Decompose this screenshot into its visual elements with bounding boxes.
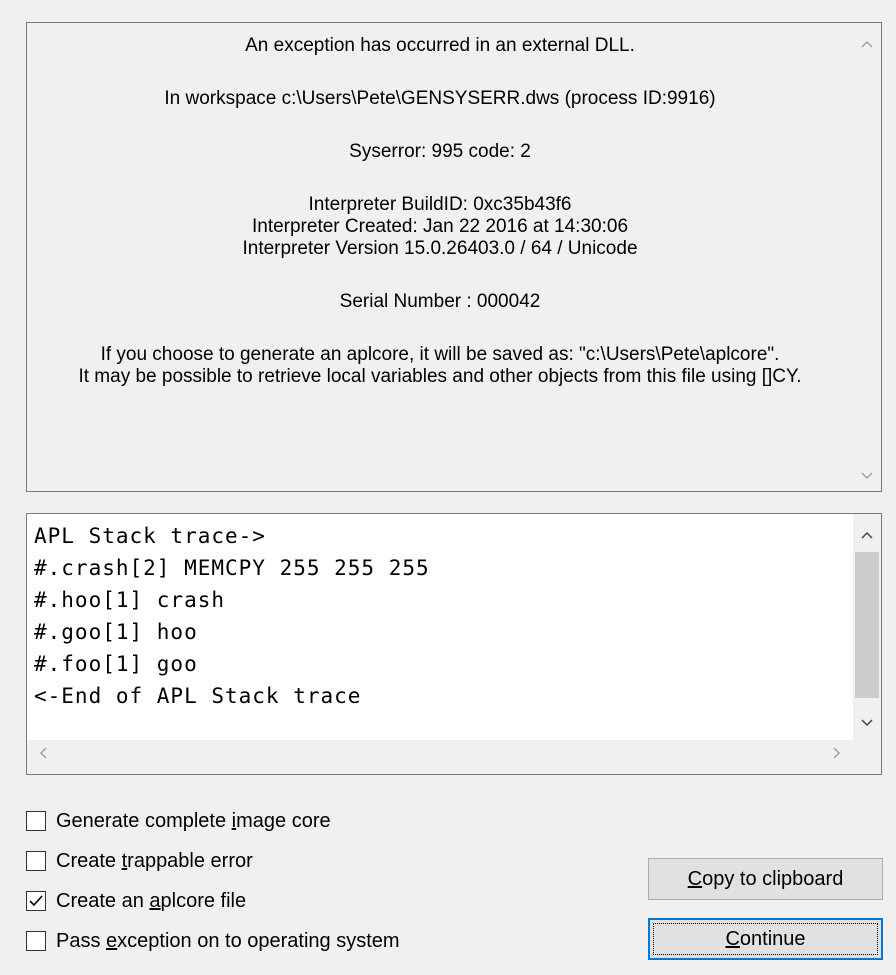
option-create-aplcore-file[interactable]: Create an aplcore file xyxy=(26,888,246,914)
chevron-up-icon[interactable] xyxy=(853,35,881,51)
option-pass-exception-to-os[interactable]: Pass exception on to operating system xyxy=(26,928,400,954)
chevron-up-icon[interactable] xyxy=(853,526,881,542)
checkbox[interactable] xyxy=(26,851,46,871)
checkbox[interactable] xyxy=(26,891,46,911)
trace-line: #.crash[2] MEMCPY 255 255 255 xyxy=(34,556,430,580)
exception-info-text: An exception has occurred in an external… xyxy=(27,35,853,388)
trace-vertical-scrollbar[interactable] xyxy=(853,514,881,740)
chevron-left-icon[interactable] xyxy=(39,746,47,764)
continue-button[interactable]: Continue xyxy=(648,918,883,960)
trace-line: <-End of APL Stack trace xyxy=(34,684,362,708)
trace-horizontal-scrollbar[interactable] xyxy=(27,740,853,774)
option-generate-complete-image-core[interactable]: Generate complete image core xyxy=(26,808,331,834)
info-line-serial: Serial Number : 000042 xyxy=(339,291,541,312)
option-create-trappable-error[interactable]: Create trappable error xyxy=(26,848,253,874)
trace-line: #.goo[1] hoo xyxy=(34,620,198,644)
trace-line: #.foo[1] goo xyxy=(34,652,198,676)
scrollbar-corner xyxy=(853,740,881,774)
focus-rectangle xyxy=(653,923,878,955)
checkbox[interactable] xyxy=(26,811,46,831)
info-line-syserror: Syserror: 995 code: 2 xyxy=(349,141,531,162)
info-line-aplcore-path: If you choose to generate an aplcore, it… xyxy=(100,344,780,365)
chevron-right-icon[interactable] xyxy=(833,746,841,764)
info-line-workspace: In workspace c:\Users\Pete\GENSYSERR.dws… xyxy=(164,88,716,109)
trace-line: APL Stack trace-> xyxy=(34,524,266,548)
info-line-created: Interpreter Created: Jan 22 2016 at 14:3… xyxy=(251,216,629,237)
exception-info-panel: An exception has occurred in an external… xyxy=(26,22,882,492)
stack-trace-panel[interactable]: APL Stack trace-> #.crash[2] MEMCPY 255 2… xyxy=(26,513,882,775)
stack-trace-text: APL Stack trace-> #.crash[2] MEMCPY 255 2… xyxy=(34,520,430,712)
info-line-aplcore-hint: It may be possible to retrieve local var… xyxy=(78,366,802,387)
copy-to-clipboard-button[interactable]: Copy to clipboard xyxy=(648,858,883,900)
trace-line: #.hoo[1] crash xyxy=(34,588,226,612)
info-line-version: Interpreter Version 15.0.26403.0 / 64 / … xyxy=(242,238,638,259)
checkbox[interactable] xyxy=(26,931,46,951)
checkmark-icon xyxy=(29,895,43,907)
info-line-build-id: Interpreter BuildID: 0xc35b43f6 xyxy=(308,194,572,215)
info-line-exception: An exception has occurred in an external… xyxy=(245,35,635,56)
chevron-down-icon[interactable] xyxy=(853,467,881,483)
chevron-down-icon[interactable] xyxy=(853,714,881,730)
info-vertical-scrollbar[interactable] xyxy=(853,23,881,491)
scrollbar-thumb[interactable] xyxy=(855,552,879,698)
